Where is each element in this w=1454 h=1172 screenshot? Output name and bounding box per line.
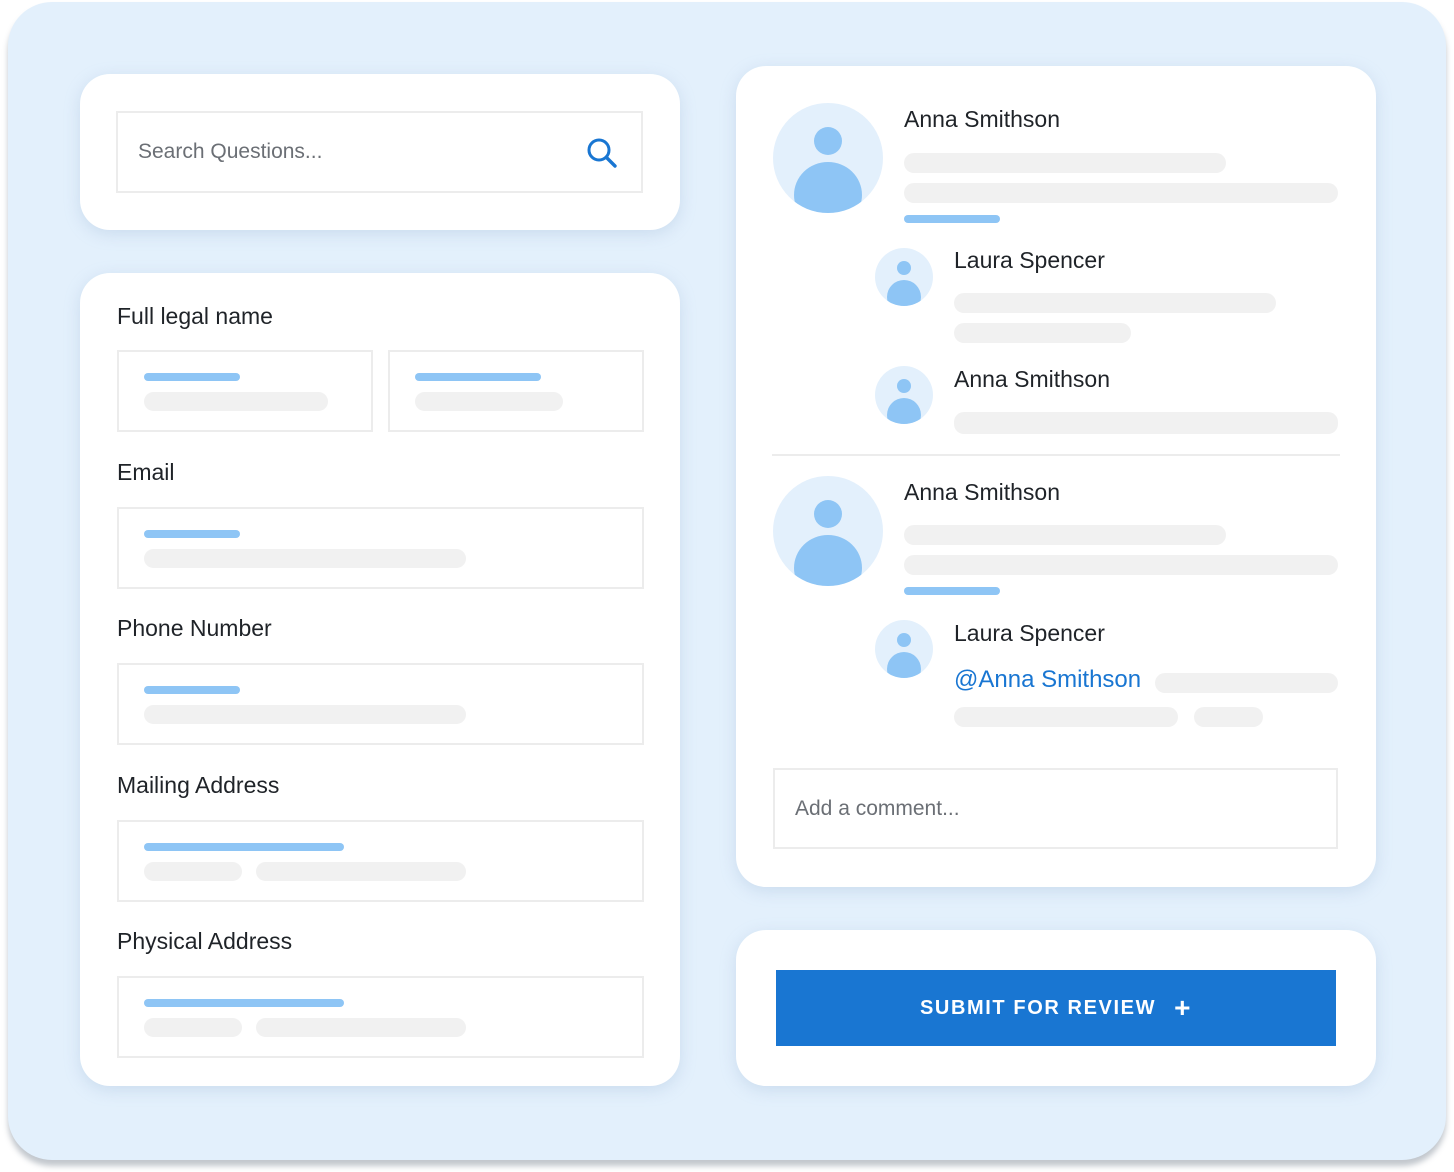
form-card: Full legal name Email Phone Number Maili… (80, 273, 680, 1086)
submit-button-label: SUBMIT FOR REVIEW (919, 996, 1157, 1019)
input-value-placeholder (415, 392, 563, 411)
mailing-address-field[interactable] (117, 820, 644, 902)
reply-text-placeholder (1194, 707, 1263, 727)
phone-field[interactable] (117, 663, 644, 745)
search-input[interactable] (138, 113, 568, 191)
search-icon[interactable] (585, 136, 619, 170)
submit-for-review-button[interactable]: SUBMIT FOR REVIEW + (776, 970, 1336, 1046)
input-label-placeholder (144, 530, 240, 538)
mention-link[interactable]: @Anna Smithson (954, 666, 1141, 694)
comment-input[interactable] (795, 770, 1315, 847)
input-label-placeholder (144, 999, 344, 1007)
reply-text-placeholder (954, 293, 1276, 313)
comment-box (773, 768, 1338, 849)
reply-author: Anna Smithson (954, 366, 1110, 392)
comments-card: Anna Smithson Laura Spencer Anna Smithso… (736, 66, 1376, 887)
input-label-placeholder (144, 373, 240, 381)
avatar (773, 103, 883, 213)
input-label-placeholder (144, 686, 240, 694)
reply-text-placeholder (954, 323, 1131, 343)
user-icon (887, 261, 921, 306)
first-name-input[interactable] (117, 350, 373, 432)
input-value-placeholder (144, 392, 328, 411)
field-label-full-name: Full legal name (117, 303, 273, 329)
thread-divider (772, 454, 1340, 456)
input-value-placeholder (144, 1018, 242, 1037)
field-label-mailing-address: Mailing Address (117, 772, 280, 798)
input-label-placeholder (415, 373, 541, 381)
field-label-email: Email (117, 459, 175, 485)
last-name-input[interactable] (388, 350, 644, 432)
input-value-placeholder (256, 862, 466, 881)
field-label-physical-address: Physical Address (117, 928, 293, 954)
input-value-placeholder (144, 549, 466, 568)
search-card (80, 74, 680, 230)
avatar (773, 476, 883, 586)
user-icon (794, 500, 862, 586)
comment-text-placeholder (904, 153, 1226, 173)
comment-text-placeholder (904, 525, 1226, 545)
plus-icon: + (1174, 992, 1193, 1023)
comment-text-placeholder (904, 555, 1338, 575)
comment-author: Anna Smithson (904, 106, 1060, 132)
reply-link-placeholder[interactable] (904, 587, 1000, 595)
physical-address-field[interactable] (117, 976, 644, 1058)
reply-author: Laura Spencer (954, 620, 1105, 646)
input-label-placeholder (144, 843, 344, 851)
input-value-placeholder (144, 705, 466, 724)
user-icon (887, 379, 921, 424)
field-label-phone: Phone Number (117, 615, 272, 641)
user-icon (794, 127, 862, 213)
avatar (875, 366, 933, 424)
avatar (875, 248, 933, 306)
input-value-placeholder (144, 862, 242, 881)
reply-text-placeholder (1155, 673, 1338, 693)
email-field[interactable] (117, 507, 644, 589)
reply-link-placeholder[interactable] (904, 215, 1000, 223)
comment-author: Anna Smithson (904, 479, 1060, 505)
user-icon (887, 633, 921, 678)
comment-text-placeholder (904, 183, 1338, 203)
input-value-placeholder (256, 1018, 466, 1037)
avatar (875, 620, 933, 678)
reply-text-placeholder (954, 707, 1178, 727)
reply-author: Laura Spencer (954, 247, 1105, 273)
submit-card: SUBMIT FOR REVIEW + (736, 930, 1376, 1086)
search-bar (116, 111, 643, 193)
reply-text-placeholder (954, 412, 1338, 434)
